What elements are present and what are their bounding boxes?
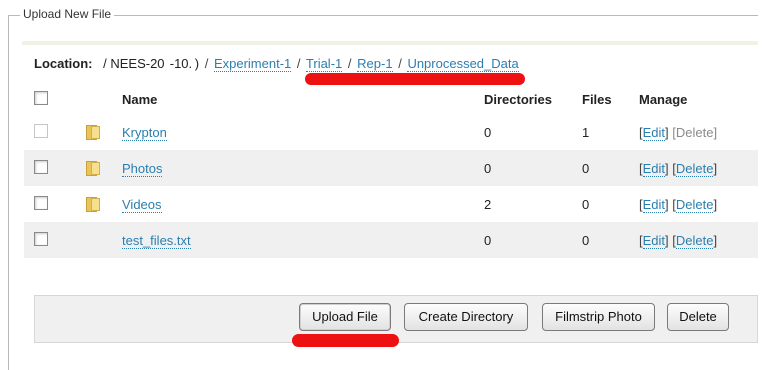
create-directory-button[interactable]: Create Directory [404, 303, 528, 331]
edit-link[interactable]: Edit [642, 232, 666, 249]
delete-link-disabled: Delete [675, 124, 714, 140]
edit-link[interactable]: Edit [642, 124, 666, 141]
row-checkbox[interactable] [34, 195, 48, 210]
project-path: / NEES-20 -10. ) [103, 56, 200, 71]
delete-link[interactable]: Delete [675, 160, 714, 177]
header-manage: Manage [639, 91, 688, 107]
filmstrip-photo-button[interactable]: Filmstrip Photo [542, 303, 655, 331]
upload-file-button[interactable]: Upload File [299, 303, 391, 331]
crumb-unprocessed-data[interactable]: Unprocessed_Data [407, 56, 519, 72]
table-row: Krypton 0 1 [Edit] [Delete] [24, 114, 758, 150]
edit-link[interactable]: Edit [642, 196, 666, 213]
row-checkbox[interactable] [34, 159, 48, 174]
row-directories: 0 [484, 124, 492, 140]
delete-link[interactable]: Delete [675, 196, 714, 213]
folder-icon [86, 196, 100, 212]
row-files: 0 [582, 150, 639, 186]
table-row: Photos 0 0 [Edit] [Delete] [24, 150, 758, 186]
row-files: 1 [582, 124, 590, 140]
row-directories: 0 [484, 150, 582, 186]
row-directories: 0 [484, 222, 582, 258]
crumb-rep[interactable]: Rep-1 [357, 56, 393, 72]
row-name-link[interactable]: Krypton [122, 124, 167, 141]
crumb-experiment[interactable]: Experiment-1 [213, 56, 292, 72]
delete-button[interactable]: Delete [667, 303, 729, 331]
row-checkbox[interactable] [34, 231, 48, 246]
row-name-link[interactable]: Videos [122, 196, 162, 213]
header-directories: Directories [484, 91, 552, 107]
header-divider [22, 41, 758, 45]
edit-link[interactable]: Edit [642, 160, 666, 177]
fieldset-border-left [8, 15, 9, 370]
row-directories: 2 [484, 196, 492, 212]
header-name: Name [122, 91, 158, 107]
folder-icon [86, 160, 100, 176]
row-files: 0 [582, 222, 639, 258]
row-name-link[interactable]: Photos [122, 160, 163, 177]
crumb-trial[interactable]: Trial-1 [305, 56, 343, 72]
row-checkbox[interactable] [34, 123, 48, 138]
location-breadcrumb: Location: / NEES-20 -10. ) / Experiment-… [34, 56, 519, 72]
row-name-link[interactable]: test_files.txt [122, 232, 191, 249]
folder-icon [86, 124, 100, 140]
header-files: Files [582, 91, 612, 107]
file-table: Name Directories Files Manage Krypton 0 … [24, 84, 758, 258]
table-header-row: Name Directories Files Manage [24, 84, 758, 114]
delete-link[interactable]: Delete [675, 232, 714, 249]
row-files: 0 [582, 196, 590, 212]
fieldset-legend: Upload New File [20, 7, 115, 21]
table-row: Videos 2 0 [Edit] [Delete] [24, 186, 758, 222]
select-all-checkbox[interactable] [34, 90, 48, 105]
annotation-underline-upload [292, 334, 399, 347]
table-row: test_files.txt 0 0 [Edit] [Delete] [24, 222, 758, 258]
fieldset-border-top [8, 15, 758, 16]
location-label: Location: [34, 56, 93, 71]
